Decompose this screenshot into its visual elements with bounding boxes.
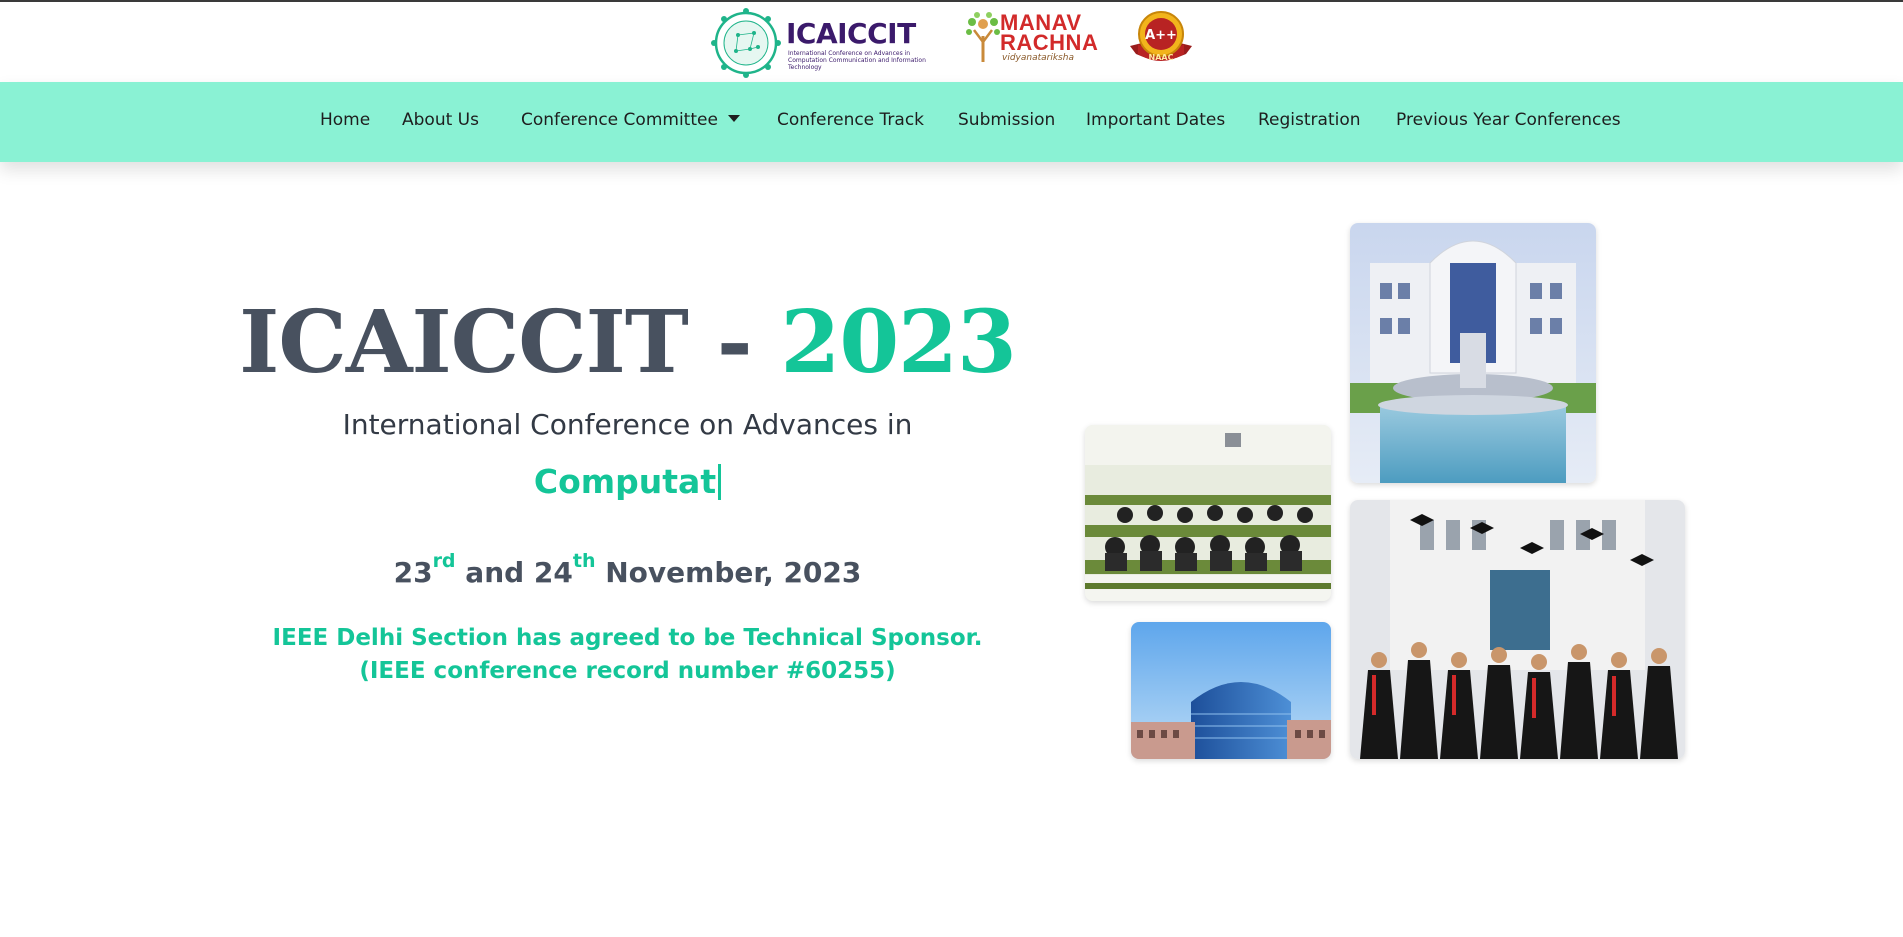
nav-conference-committee[interactable]: Conference Committee	[521, 110, 740, 130]
nav-conference-committee-label: Conference Committee	[521, 110, 718, 130]
typed-text-value: Computat	[533, 462, 717, 501]
top-border	[0, 0, 1903, 2]
icaiccit-logo[interactable]: ICAICCIT International Conference on Adv…	[708, 6, 926, 80]
header-logos: ICAICCIT International Conference on Adv…	[0, 6, 1903, 82]
tree-figure-icon	[966, 12, 1000, 62]
naac-grade: A++	[1145, 28, 1177, 43]
manav-rachna-logo[interactable]: MANAV RACHNA vidyanatariksha	[966, 10, 1098, 66]
date-and: and 24	[455, 556, 573, 589]
nav-previous-year-conferences[interactable]: Previous Year Conferences	[1396, 110, 1621, 130]
hero-typed-text: Computat	[0, 462, 1255, 502]
nav-conference-track[interactable]: Conference Track	[777, 110, 924, 130]
globe-network-icon	[711, 8, 781, 78]
hero-title: ICAICCIT - 2023	[0, 292, 1255, 393]
naac-badge-icon: A++ NAAC	[1130, 11, 1192, 62]
icaiccit-logo-subtitle: International Conference on Advances in …	[788, 50, 926, 71]
caret-down-icon	[727, 114, 740, 122]
naac-label: NAAC	[1149, 53, 1174, 62]
hero-title-year: 2023	[780, 292, 1016, 393]
hero-subtitle: International Conference on Advances in	[342, 408, 913, 441]
main-navbar: Home About Us Conference Committee Confe…	[0, 82, 1903, 162]
date-suffix-1: rd	[432, 550, 456, 572]
conference-date: 23rd and 24th November, 2023	[0, 550, 1255, 589]
typing-cursor	[718, 463, 722, 500]
date-suffix-2: th	[572, 550, 596, 572]
hero-title-main: ICAICCIT -	[239, 292, 781, 393]
campus-fountain-photo	[1350, 223, 1596, 483]
manav-rachna-tagline: vidyanatariksha	[1002, 53, 1074, 63]
date-day-1: 23	[393, 556, 433, 589]
classroom-photo	[1085, 425, 1331, 601]
nav-registration[interactable]: Registration	[1258, 110, 1361, 130]
graduation-photo	[1350, 500, 1685, 759]
nav-home[interactable]: Home	[320, 110, 370, 130]
nav-important-dates[interactable]: Important Dates	[1086, 110, 1225, 130]
date-rest: November, 2023	[595, 556, 862, 589]
ieee-sponsor-note: IEEE Delhi Section has agreed to be Tech…	[272, 625, 983, 684]
nav-submission[interactable]: Submission	[958, 110, 1055, 130]
icaiccit-logo-text: ICAICCIT	[786, 17, 916, 50]
glass-building-photo	[1131, 622, 1331, 759]
nav-about-us[interactable]: About Us	[402, 110, 479, 130]
manav-rachna-text-2: RACHNA	[1000, 30, 1099, 55]
